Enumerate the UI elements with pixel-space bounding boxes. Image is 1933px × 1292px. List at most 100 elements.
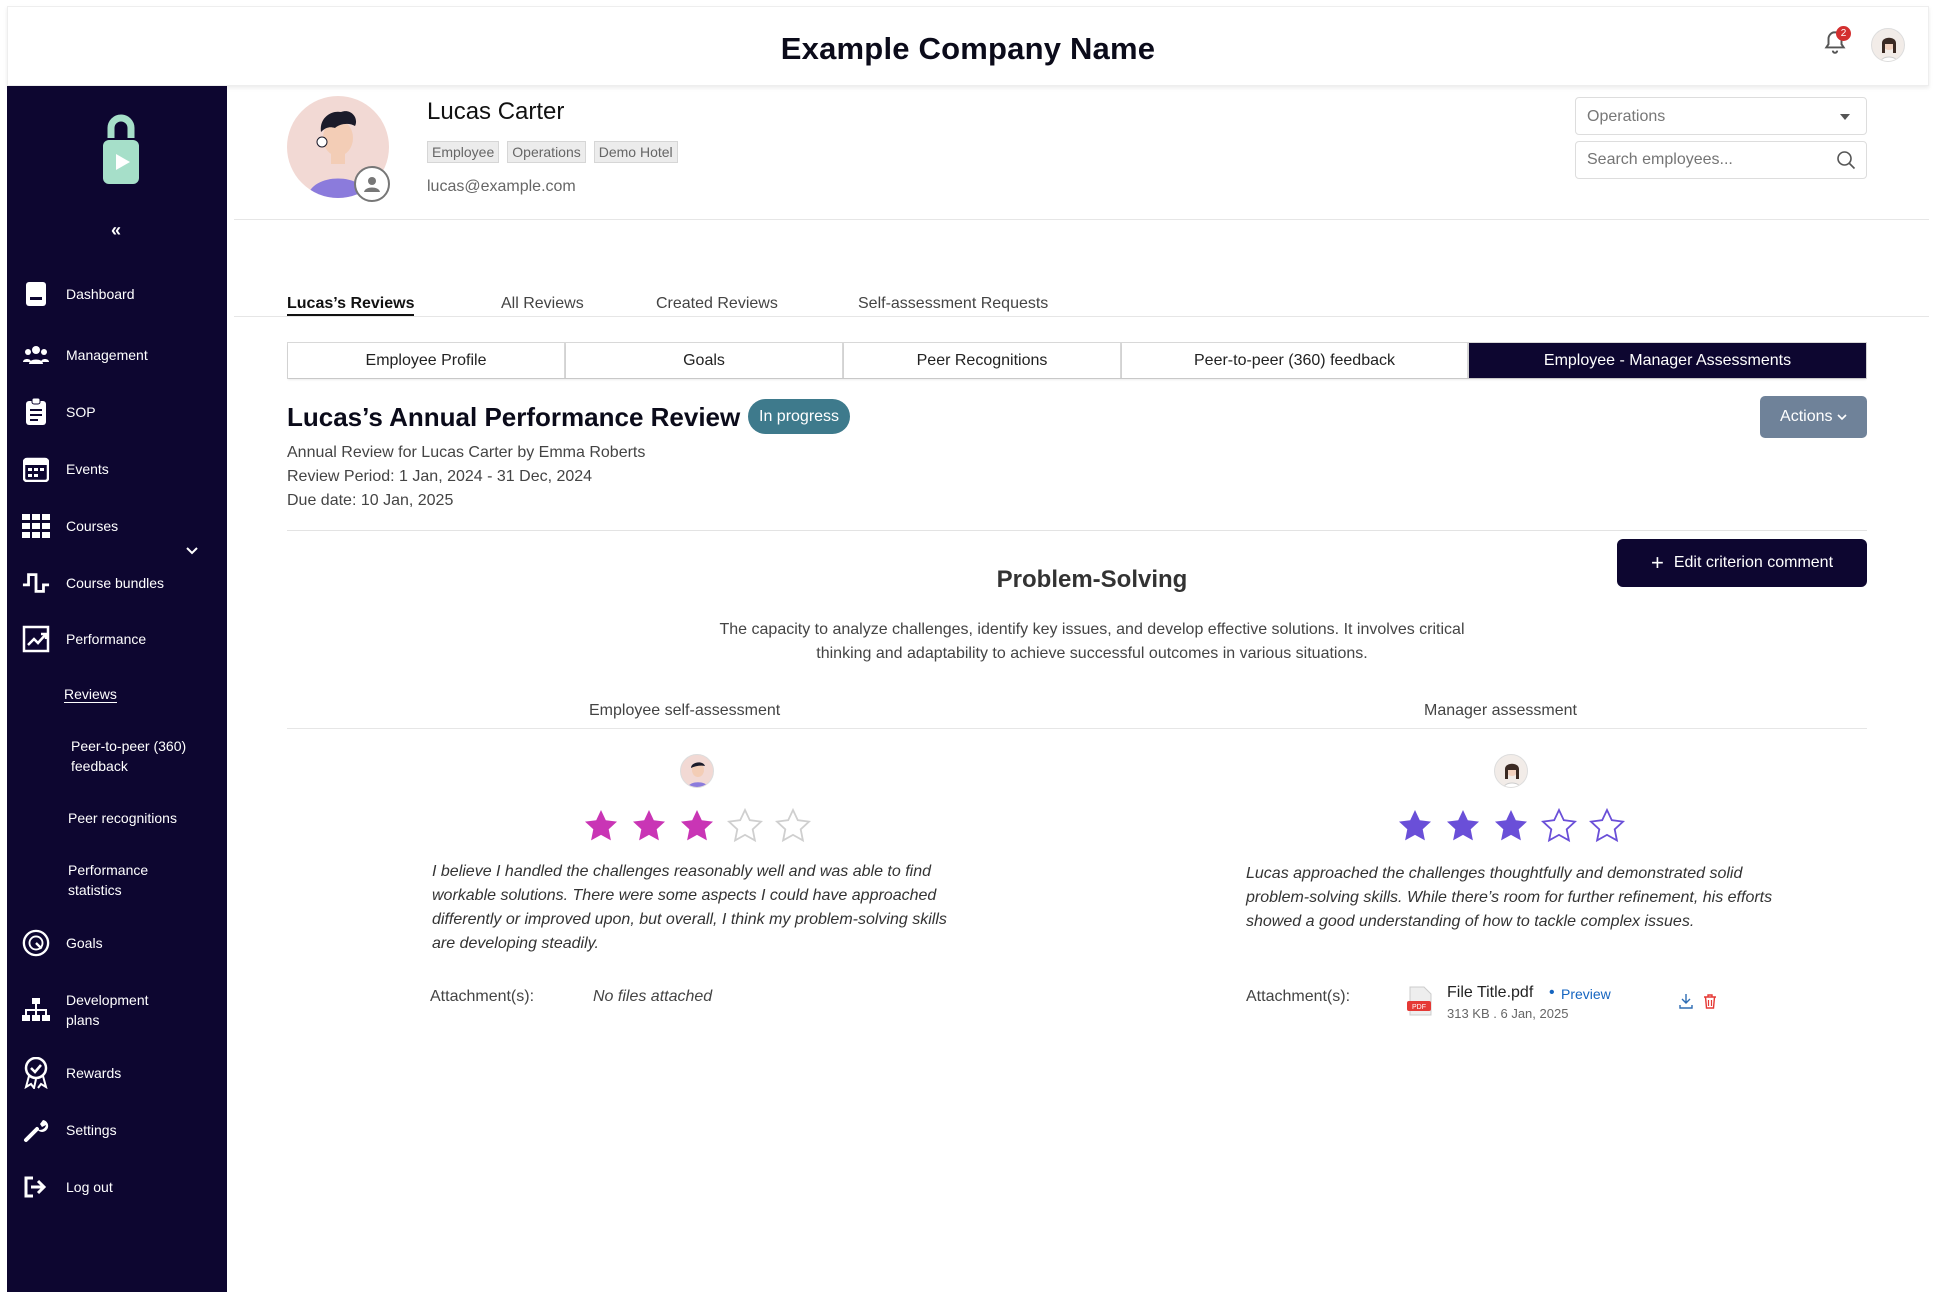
preview-link[interactable]: Preview: [1561, 986, 1611, 1002]
app-logo-icon: [103, 114, 139, 184]
chevron-down-icon: [1837, 414, 1847, 421]
top-header: Example Company Name: [7, 6, 1929, 86]
manager-assessment-heading: Manager assessment: [1424, 702, 1577, 719]
criterion-description: The capacity to analyze challenges, iden…: [719, 621, 1465, 662]
self-comment: I believe I handled the challenges reaso…: [432, 863, 947, 952]
download-icon[interactable]: [1678, 993, 1694, 1009]
tab-self-assessment-requests[interactable]: Self-assessment Requests: [858, 295, 1048, 313]
dashboard-icon: [22, 280, 50, 308]
profile-email: lucas@example.com: [427, 178, 576, 195]
logout-icon: [22, 1173, 50, 1201]
self-assessment-heading: Employee self-assessment: [589, 702, 781, 719]
chart-icon: [22, 625, 50, 653]
profile-name: Lucas Carter: [427, 98, 565, 125]
nav-label: Management: [66, 347, 148, 363]
attachments-label: Attachment(s):: [1246, 988, 1351, 1005]
nav-sub-label: Reviews: [64, 686, 117, 703]
nav-management[interactable]: Management: [22, 341, 148, 369]
star-filled-icon: [1447, 810, 1479, 841]
divider: [234, 219, 1929, 220]
org-chart-icon: [22, 996, 50, 1024]
actions-label: Actions: [1780, 408, 1833, 425]
star-empty-icon: [1541, 808, 1577, 843]
divider: [234, 316, 1929, 317]
tab-peer-recognitions[interactable]: Peer Recognitions: [844, 343, 1122, 378]
search-employees-input[interactable]: [1575, 141, 1867, 179]
nav-label: Goals: [66, 935, 103, 951]
department-select[interactable]: Operations: [1575, 97, 1867, 135]
nav-label: Dashboard: [66, 286, 135, 302]
review-title: Lucas’s Annual Performance Review: [287, 402, 741, 432]
star-filled-icon: [681, 810, 713, 841]
nav-courses[interactable]: Courses: [22, 512, 118, 540]
search-icon[interactable]: [1836, 150, 1856, 170]
pdf-file-icon: PDF: [1407, 986, 1432, 1016]
star-filled-icon: [633, 810, 665, 841]
nav-rewards[interactable]: Rewards: [22, 1057, 121, 1089]
employee-avatar: [680, 754, 714, 788]
notification-badge: 2: [1836, 26, 1851, 41]
clipboard-icon: [22, 398, 50, 426]
collapse-sidebar-button[interactable]: «: [111, 220, 121, 241]
nav-sub-label: Performance statistics: [68, 862, 149, 898]
department-chip: Operations: [507, 141, 586, 163]
star-empty-icon: [727, 808, 763, 843]
criterion-title: Problem-Solving: [996, 566, 1188, 593]
nav-sop[interactable]: SOP: [22, 398, 96, 426]
file-meta: 313 KB . 6 Jan, 2025: [1447, 1006, 1569, 1021]
nav-sub-peer-recognitions[interactable]: Peer recognitions: [68, 808, 177, 828]
file-name-link[interactable]: File Title.pdf: [1447, 984, 1533, 1002]
review-subtitle: Annual Review for Lucas Carter by Emma R…: [287, 444, 646, 461]
nav-sub-reviews[interactable]: Reviews: [64, 684, 117, 704]
chevron-down-icon[interactable]: [186, 544, 198, 558]
actions-button[interactable]: Actions: [1760, 396, 1867, 438]
nav-logout[interactable]: Log out: [22, 1173, 113, 1201]
nav-dashboard[interactable]: Dashboard: [22, 280, 135, 308]
nav-performance[interactable]: Performance: [22, 625, 146, 653]
nav-sub-performance-statistics[interactable]: Performance statistics: [68, 860, 178, 900]
nav-development-plans[interactable]: Development plans: [22, 990, 176, 1030]
star-filled-icon: [585, 810, 617, 841]
tab-my-reviews[interactable]: Lucas’s Reviews: [287, 295, 415, 316]
location-chip: Demo Hotel: [593, 141, 678, 163]
user-icon: [364, 177, 380, 192]
user-avatar[interactable]: [1871, 28, 1905, 62]
nav-sub-label: Peer recognitions: [68, 810, 177, 826]
status-badge: In progress: [748, 399, 851, 434]
manager-comment: Lucas approached the challenges thoughtf…: [1246, 865, 1773, 930]
manager-avatar: [1494, 754, 1528, 788]
star-empty-icon: [1589, 808, 1625, 843]
no-files-text: No files attached: [593, 988, 713, 1005]
star-filled-icon: [1495, 810, 1527, 841]
nav-label: Settings: [66, 1122, 117, 1138]
nav-label: Performance: [66, 631, 147, 647]
tab-all-reviews[interactable]: All Reviews: [501, 295, 584, 313]
tab-employee-manager-assessments[interactable]: Employee - Manager Assessments: [1469, 343, 1866, 378]
star-empty-icon: [775, 808, 811, 843]
role-chip: Employee: [427, 141, 500, 163]
profile-chips: Employee Operations Demo Hotel: [427, 141, 678, 163]
trash-icon[interactable]: [1702, 993, 1718, 1009]
self-rating-stars: [583, 808, 811, 844]
tab-peer-feedback[interactable]: Peer-to-peer (360) feedback: [1122, 343, 1469, 378]
tab-employee-profile[interactable]: Employee Profile: [288, 343, 566, 378]
people-icon: [22, 341, 50, 369]
nav-sub-label: Peer-to-peer (360) feedback: [71, 738, 187, 774]
tab-created-reviews[interactable]: Created Reviews: [656, 295, 778, 313]
company-name: Example Company Name: [780, 31, 1156, 66]
tab-goals[interactable]: Goals: [566, 343, 844, 378]
nav-goals[interactable]: Goals: [22, 929, 103, 957]
nav-events[interactable]: Events: [22, 455, 109, 483]
review-due-date: Due date: 10 Jan, 2025: [287, 492, 454, 509]
nav-label: Log out: [66, 1179, 113, 1195]
attachments-label: Attachment(s):: [430, 988, 535, 1005]
section-tabs: Employee Profile Goals Peer Recognitions…: [287, 342, 1867, 379]
change-avatar-button[interactable]: [354, 166, 390, 202]
sidebar: «: [7, 86, 227, 1292]
target-icon: [22, 929, 50, 957]
wrench-icon: [22, 1116, 50, 1144]
nav-label: Events: [66, 461, 109, 477]
svg-text:PDF: PDF: [1412, 1004, 1426, 1011]
nav-settings[interactable]: Settings: [22, 1116, 117, 1144]
nav-sub-peer-feedback[interactable]: Peer-to-peer (360) feedback: [71, 736, 221, 776]
